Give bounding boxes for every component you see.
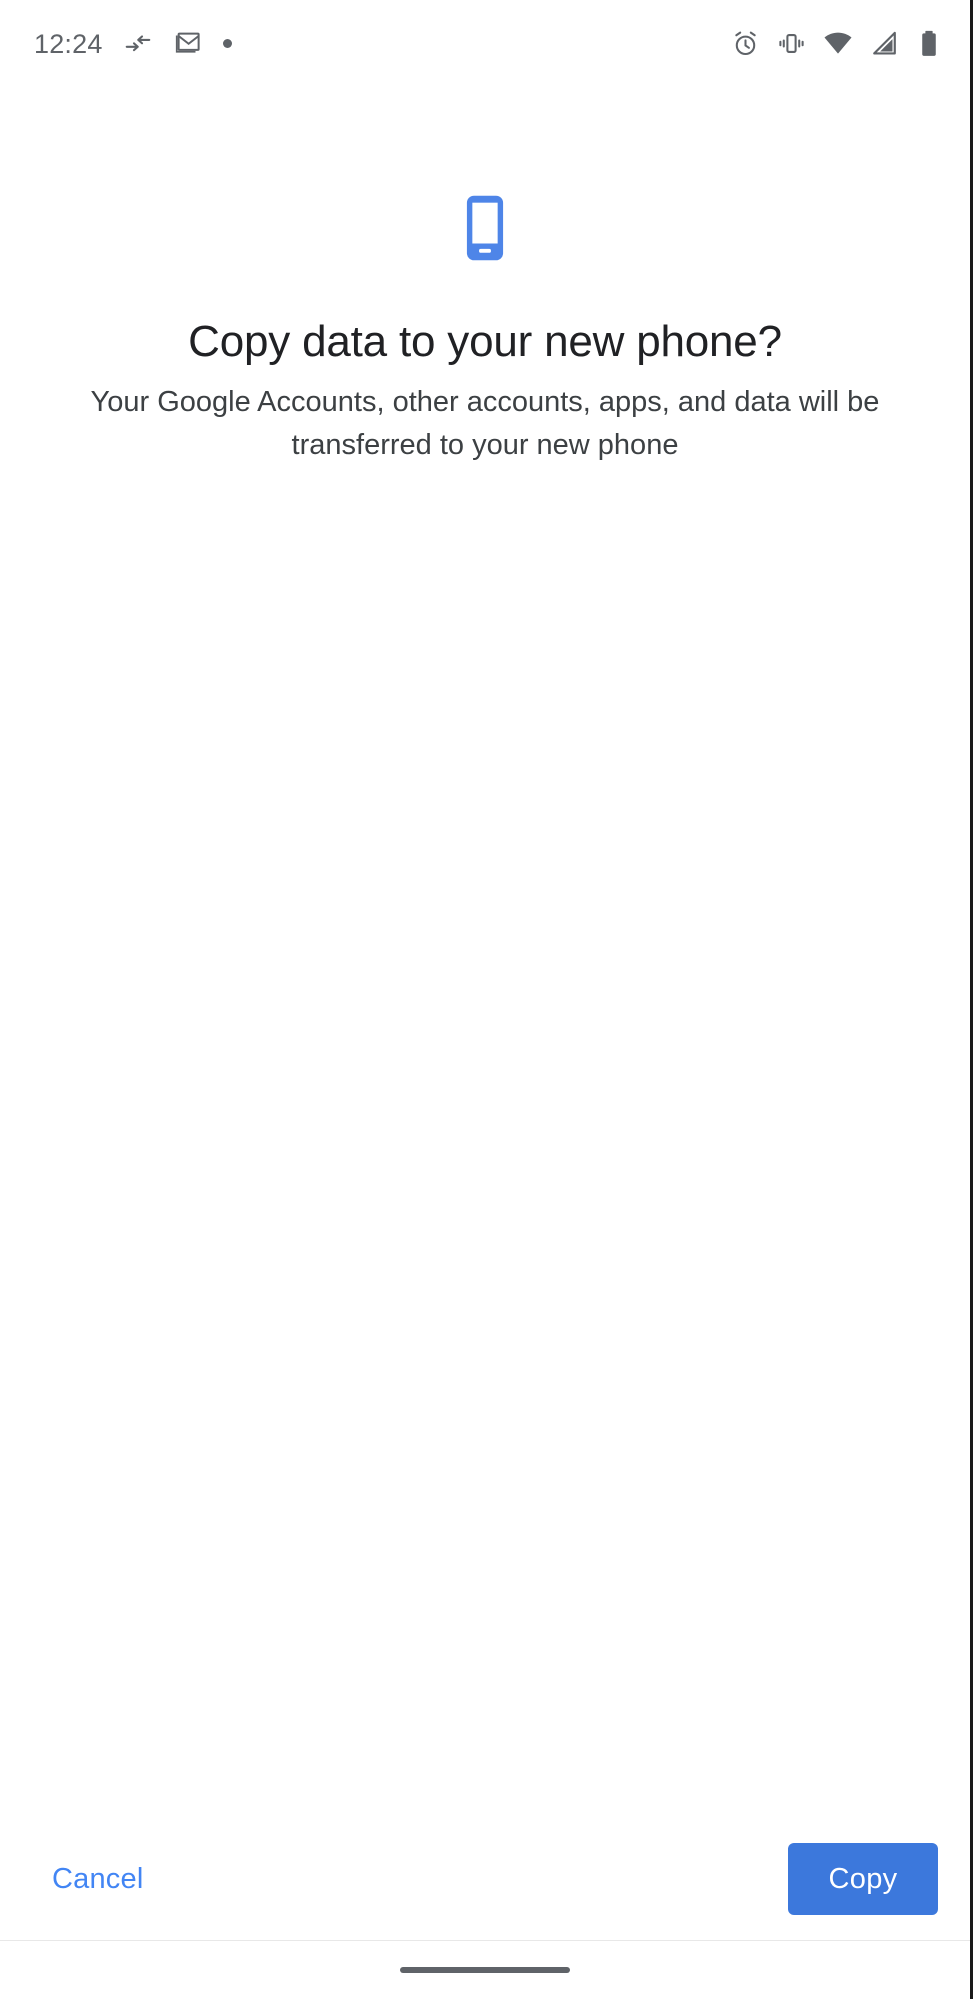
home-gesture-pill[interactable] bbox=[400, 1967, 570, 1973]
smartphone-icon bbox=[454, 193, 516, 268]
copy-button[interactable]: Copy bbox=[788, 1843, 938, 1915]
gmail-icon bbox=[173, 28, 203, 58]
cancel-button[interactable]: Cancel bbox=[46, 1851, 149, 1908]
wifi-icon bbox=[823, 28, 853, 58]
system-navigation-bar bbox=[0, 1941, 970, 1999]
battery-icon bbox=[916, 29, 942, 58]
alarm-clock-icon bbox=[731, 29, 760, 58]
status-bar: 12:24 bbox=[0, 0, 970, 86]
status-bar-left: 12:24 bbox=[34, 28, 232, 58]
page-title: Copy data to your new phone? bbox=[188, 317, 782, 367]
status-bar-right bbox=[731, 28, 942, 58]
notification-dot-icon bbox=[222, 38, 232, 48]
action-button-bar: Cancel Copy bbox=[0, 1819, 970, 1939]
data-transfer-icon bbox=[123, 28, 153, 58]
cellular-signal-icon bbox=[870, 29, 899, 58]
phone-screen: 12:24 Copy data to your new phone? Your … bbox=[0, 0, 973, 1999]
page-subtitle: Your Google Accounts, other accounts, ap… bbox=[90, 386, 880, 461]
hero-icon-container bbox=[0, 193, 970, 268]
status-bar-clock: 12:24 bbox=[34, 28, 103, 59]
vibrate-icon bbox=[777, 29, 806, 58]
